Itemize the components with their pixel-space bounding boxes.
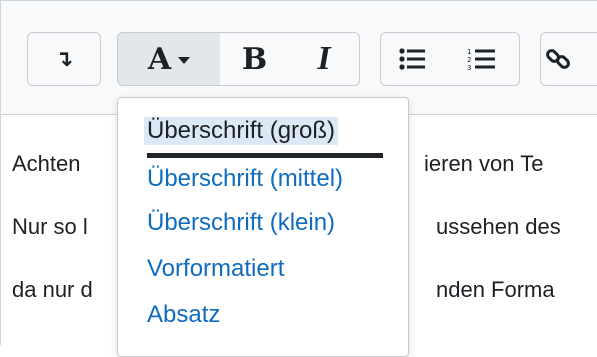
menu-item-paragraph[interactable]: Absatz <box>147 301 220 329</box>
unordered-list-icon <box>399 48 425 70</box>
menu-item-heading-medium[interactable]: Überschrift (mittel) <box>147 165 343 193</box>
italic-icon: I <box>317 40 331 77</box>
link-button[interactable] <box>540 32 597 86</box>
bold-button[interactable]: B <box>220 32 290 86</box>
content-line-1-left: Achten <box>12 151 81 176</box>
content-line-2-left: Nur so l <box>12 214 88 239</box>
content-line-1-right: ieren von Te <box>424 151 544 176</box>
menu-item-heading-small[interactable]: Überschrift (klein) <box>147 209 335 237</box>
ordered-list-icon: 1 2 3 <box>467 48 495 71</box>
paragraph-style-icon: A <box>147 41 172 77</box>
paragraph-style-button[interactable]: A <box>117 32 221 86</box>
link-icon <box>546 49 570 69</box>
collapse-toolbar-button[interactable]: ↴ <box>27 32 101 86</box>
unordered-list-button[interactable] <box>380 32 444 86</box>
collapse-arrow-icon: ↴ <box>54 46 74 72</box>
content-line-3-right: nden Forma <box>436 277 555 302</box>
bold-icon: B <box>241 41 268 77</box>
svg-text:1: 1 <box>467 48 471 56</box>
ordered-list-button[interactable]: 1 2 3 <box>443 32 520 86</box>
content-line-3-left: da nur d <box>12 277 93 302</box>
svg-text:2: 2 <box>467 56 471 64</box>
content-line-2-right: ussehen des <box>436 214 561 239</box>
menu-item-preformatted[interactable]: Vorformatiert <box>147 255 284 283</box>
paragraph-style-menu: Überschrift (groß) Überschrift (mittel) … <box>117 97 409 357</box>
menu-item-heading-large[interactable]: Überschrift (groß) <box>144 117 339 145</box>
svg-text:3: 3 <box>467 64 471 71</box>
chevron-down-icon <box>178 56 191 64</box>
active-item-underline <box>147 153 383 158</box>
italic-button[interactable]: I <box>289 32 360 86</box>
